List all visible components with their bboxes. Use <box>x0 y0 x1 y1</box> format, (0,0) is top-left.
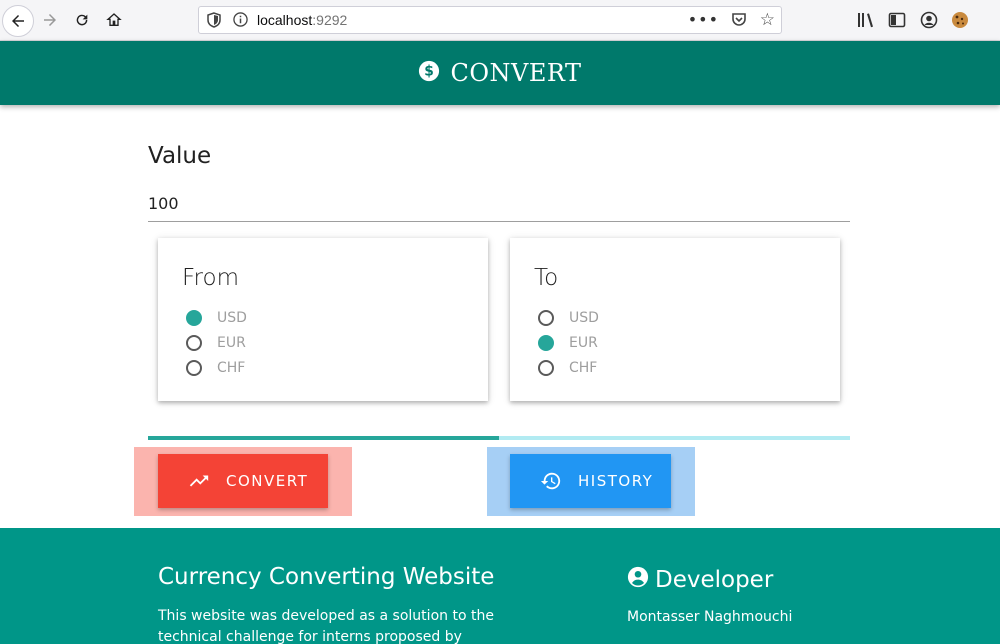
radio-button[interactable] <box>538 359 554 376</box>
pocket-icon[interactable] <box>731 12 747 32</box>
convert-button[interactable]: CONVERT <box>158 454 328 508</box>
account-icon[interactable] <box>920 11 938 29</box>
forward-icon[interactable] <box>36 6 64 34</box>
to-option-eur[interactable]: EUR <box>538 330 599 355</box>
info-icon[interactable] <box>233 12 248 31</box>
from-card-title: From <box>182 265 239 291</box>
radio-button[interactable] <box>186 334 202 351</box>
back-icon[interactable] <box>2 5 34 37</box>
footer-title: Currency Converting Website <box>158 564 495 590</box>
history-icon <box>540 470 562 492</box>
from-radio-group: USD EUR CHF <box>186 305 247 380</box>
radio-label: EUR <box>217 334 246 351</box>
sidebar-icon[interactable] <box>888 11 906 29</box>
convert-button-highlight: CONVERT <box>134 447 352 516</box>
footer-description: This website was developed as a solution… <box>158 608 494 644</box>
more-icon[interactable]: ••• <box>688 10 719 29</box>
developer-name: Montasser Naghmouchi <box>627 609 793 625</box>
to-option-usd[interactable]: USD <box>538 305 599 330</box>
from-option-chf[interactable]: CHF <box>186 355 247 380</box>
svg-text:$: $ <box>425 64 435 80</box>
developer-heading: Developer <box>627 566 773 594</box>
page-footer: Currency Converting Website This website… <box>0 528 1000 644</box>
progress-bar <box>148 436 850 440</box>
value-input[interactable] <box>148 186 850 222</box>
radio-label: USD <box>217 309 247 326</box>
from-option-eur[interactable]: EUR <box>186 330 247 355</box>
to-radio-group: USD EUR CHF <box>538 305 599 380</box>
library-icon[interactable] <box>857 11 875 29</box>
radio-button[interactable] <box>538 309 554 326</box>
home-icon[interactable] <box>100 6 128 34</box>
progress-fill <box>148 436 499 440</box>
to-option-chf[interactable]: CHF <box>538 355 599 380</box>
history-button-highlight: HISTORY <box>487 447 695 516</box>
cookie-extension-icon[interactable] <box>951 11 969 29</box>
radio-label: CHF <box>217 359 246 376</box>
history-button[interactable]: HISTORY <box>510 454 671 508</box>
app-header: $ CONVERT <box>0 41 1000 105</box>
radio-label: USD <box>569 309 599 326</box>
radio-button[interactable] <box>538 334 554 351</box>
reload-icon[interactable] <box>68 6 96 34</box>
radio-label: EUR <box>569 334 598 351</box>
browser-toolbar: localhost:9292 ••• ☆ <box>0 0 1000 41</box>
trending-up-icon <box>188 470 210 492</box>
dollar-circle-icon: $ <box>418 60 440 86</box>
bookmark-star-icon[interactable]: ☆ <box>760 10 775 30</box>
history-button-label: HISTORY <box>578 472 654 490</box>
account-circle-icon <box>627 566 649 594</box>
from-option-usd[interactable]: USD <box>186 305 247 330</box>
radio-label: CHF <box>569 359 598 376</box>
radio-button[interactable] <box>186 359 202 376</box>
convert-button-label: CONVERT <box>226 472 309 490</box>
value-label: Value <box>148 143 212 169</box>
shield-icon[interactable] <box>207 12 221 32</box>
from-currency-card: From USD EUR CHF <box>158 238 488 401</box>
radio-button[interactable] <box>186 309 202 326</box>
url-port: :9292 <box>312 12 348 28</box>
url-host: localhost <box>257 12 313 28</box>
url-bar[interactable]: localhost:9292 ••• ☆ <box>198 6 782 34</box>
page-title: CONVERT <box>450 59 582 87</box>
url-text[interactable]: localhost:9292 <box>257 12 347 28</box>
developer-heading-text: Developer <box>655 567 774 593</box>
to-currency-card: To USD EUR CHF <box>510 238 840 401</box>
to-card-title: To <box>534 265 559 291</box>
